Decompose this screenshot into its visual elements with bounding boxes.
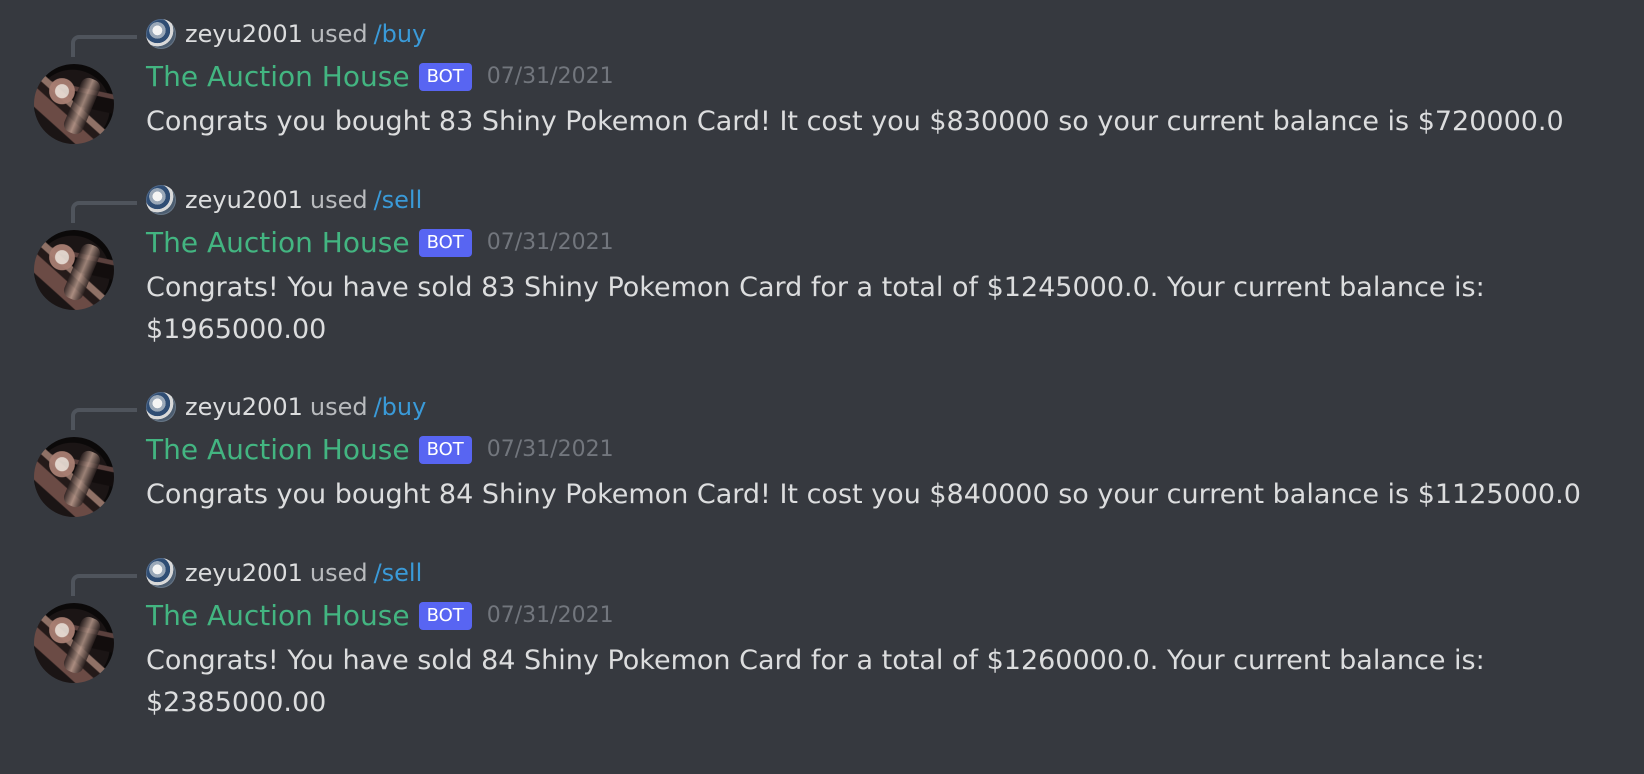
user-avatar-icon[interactable] bbox=[146, 185, 176, 215]
user-avatar-icon[interactable] bbox=[146, 558, 176, 588]
slash-command[interactable]: /buy bbox=[374, 18, 427, 50]
reply-connector bbox=[71, 574, 137, 596]
message-header: The Auction House BOT 07/31/2021 bbox=[146, 597, 614, 635]
command-reply[interactable]: zeyu2001 used /sell bbox=[146, 557, 422, 589]
slash-command[interactable]: /buy bbox=[374, 391, 427, 423]
bot-name[interactable]: The Auction House bbox=[146, 224, 410, 262]
reply-used-label: used bbox=[309, 186, 368, 214]
message-timestamp[interactable]: 07/31/2021 bbox=[487, 224, 614, 262]
message-timestamp[interactable]: 07/31/2021 bbox=[487, 431, 614, 469]
bot-badge: BOT bbox=[418, 602, 472, 630]
reply-used-label: used bbox=[309, 20, 368, 48]
gavel-avatar-icon[interactable] bbox=[34, 230, 114, 310]
reply-username[interactable]: zeyu2001 bbox=[185, 557, 303, 589]
message-header: The Auction House BOT 07/31/2021 bbox=[146, 224, 614, 262]
user-avatar-icon[interactable] bbox=[146, 19, 176, 49]
bot-badge: BOT bbox=[418, 63, 472, 91]
bot-badge: BOT bbox=[418, 229, 472, 257]
gavel-avatar-icon[interactable] bbox=[34, 437, 114, 517]
command-reply[interactable]: zeyu2001 used /sell bbox=[146, 184, 422, 216]
bot-badge: BOT bbox=[418, 436, 472, 464]
reply-used-label: used bbox=[309, 559, 368, 587]
message-header: The Auction House BOT 07/31/2021 bbox=[146, 431, 614, 469]
message-header: The Auction House BOT 07/31/2021 bbox=[146, 58, 614, 96]
reply-connector bbox=[71, 35, 137, 57]
gavel-avatar-icon[interactable] bbox=[34, 603, 114, 683]
slash-command[interactable]: /sell bbox=[374, 184, 423, 216]
bot-name[interactable]: The Auction House bbox=[146, 431, 410, 469]
message-content: Congrats you bought 84 Shiny Pokemon Car… bbox=[146, 479, 1581, 510]
gavel-avatar-icon[interactable] bbox=[34, 64, 114, 144]
reply-connector bbox=[71, 201, 137, 223]
reply-username[interactable]: zeyu2001 bbox=[185, 184, 303, 216]
message-content: Congrats! You have sold 84 Shiny Pokemon… bbox=[146, 645, 1485, 718]
reply-username[interactable]: zeyu2001 bbox=[185, 391, 303, 423]
reply-username[interactable]: zeyu2001 bbox=[185, 18, 303, 50]
bot-name[interactable]: The Auction House bbox=[146, 597, 410, 635]
user-avatar-icon[interactable] bbox=[146, 392, 176, 422]
message-content: Congrats! You have sold 83 Shiny Pokemon… bbox=[146, 272, 1485, 345]
reply-used-label: used bbox=[309, 393, 368, 421]
slash-command[interactable]: /sell bbox=[374, 557, 423, 589]
message-timestamp[interactable]: 07/31/2021 bbox=[487, 58, 614, 96]
message-timestamp[interactable]: 07/31/2021 bbox=[487, 597, 614, 635]
message-content: Congrats you bought 83 Shiny Pokemon Car… bbox=[146, 106, 1564, 137]
bot-name[interactable]: The Auction House bbox=[146, 58, 410, 96]
reply-connector bbox=[71, 408, 137, 430]
command-reply[interactable]: zeyu2001 used /buy bbox=[146, 391, 426, 423]
chat-message-list: zeyu2001 used /buy The Auction House BOT… bbox=[0, 0, 1644, 774]
command-reply[interactable]: zeyu2001 used /buy bbox=[146, 18, 426, 50]
